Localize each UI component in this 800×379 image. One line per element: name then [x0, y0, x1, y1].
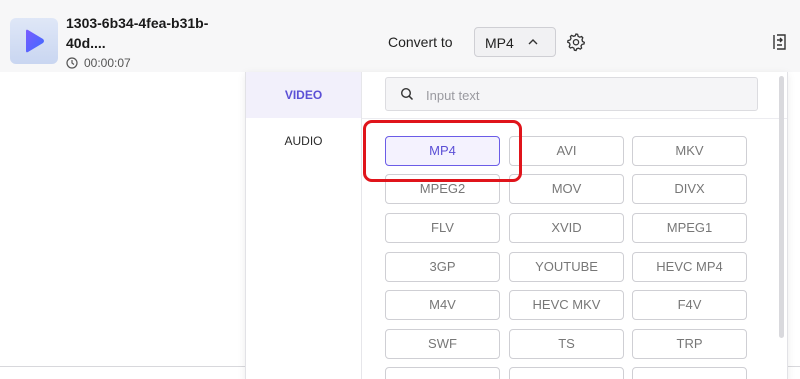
- scrollbar[interactable]: [779, 76, 784, 338]
- tab-video[interactable]: VIDEO: [246, 72, 361, 118]
- separator: [362, 118, 787, 119]
- play-icon: [26, 29, 44, 53]
- format-youtube-button[interactable]: YOUTUBE: [509, 252, 624, 282]
- format-f4v-button[interactable]: F4V: [632, 290, 747, 320]
- format-flv-button[interactable]: FLV: [385, 213, 500, 243]
- file-name: 1303-6b34-4fea-b31b-40d....: [66, 15, 209, 51]
- chevron-up-icon: [528, 39, 538, 45]
- format-select-value: MP4: [485, 35, 514, 51]
- format-mpeg1-button[interactable]: MPEG1: [632, 213, 747, 243]
- format-xvid-button[interactable]: XVID: [509, 213, 624, 243]
- format-mkv-button[interactable]: MKV: [632, 136, 747, 166]
- format-dropdown: VIDEO AUDIO MP4 AVI MKV MPEG2 MOV DIVX F…: [245, 72, 788, 379]
- format-trp-button[interactable]: TRP: [632, 329, 747, 359]
- tab-audio[interactable]: AUDIO: [246, 118, 361, 164]
- highlight-box: [363, 120, 522, 182]
- format-3gp-button[interactable]: 3GP: [385, 252, 500, 282]
- file-duration: 00:00:07: [84, 56, 131, 70]
- format-button-partial[interactable]: [632, 367, 747, 379]
- format-button-partial[interactable]: [509, 367, 624, 379]
- format-divx-button[interactable]: DIVX: [632, 174, 747, 204]
- search-box: [385, 77, 758, 111]
- clock-icon: [66, 57, 78, 69]
- search-input[interactable]: [426, 85, 726, 105]
- format-button-partial[interactable]: [385, 367, 500, 379]
- format-mov-button[interactable]: MOV: [509, 174, 624, 204]
- convert-to-label: Convert to: [388, 34, 453, 50]
- gear-icon[interactable]: [566, 32, 586, 52]
- format-swf-button[interactable]: SWF: [385, 329, 500, 359]
- search-icon: [400, 87, 414, 101]
- format-avi-button[interactable]: AVI: [509, 136, 624, 166]
- format-hevc-mp4-button[interactable]: HEVC MP4: [632, 252, 747, 282]
- category-list: VIDEO AUDIO: [246, 72, 362, 379]
- format-ts-button[interactable]: TS: [509, 329, 624, 359]
- export-icon[interactable]: [770, 32, 790, 52]
- format-hevc-mkv-button[interactable]: HEVC MKV: [509, 290, 624, 320]
- format-m4v-button[interactable]: M4V: [385, 290, 500, 320]
- video-thumbnail[interactable]: [10, 18, 58, 64]
- format-select[interactable]: MP4: [474, 27, 556, 57]
- file-row: 1303-6b34-4fea-b31b-40d.... 00:00:07 Con…: [0, 0, 800, 72]
